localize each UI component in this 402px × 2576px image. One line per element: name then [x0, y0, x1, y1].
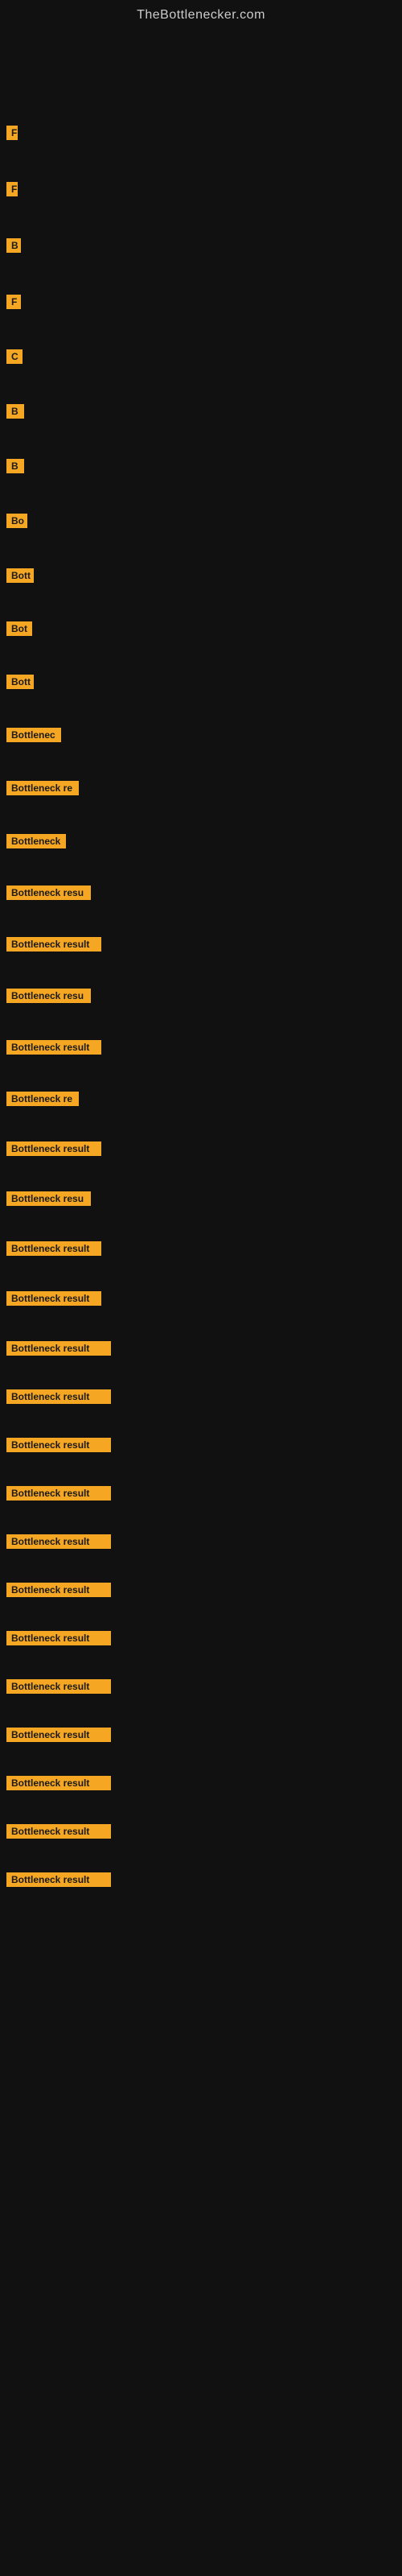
list-item: Bottleneck result [6, 1389, 402, 1404]
list-item: C [6, 349, 402, 364]
list-item: Bottleneck result [6, 1040, 402, 1055]
bottleneck-label: B [6, 404, 24, 419]
list-item: Bottleneck result [6, 1486, 402, 1501]
list-item: Bot [6, 621, 402, 636]
bottleneck-label: Bott [6, 568, 34, 583]
list-item: Bo [6, 514, 402, 528]
list-item: F [6, 182, 402, 196]
bottleneck-label: Bott [6, 675, 34, 689]
bottleneck-label: Bottleneck resu [6, 886, 91, 900]
list-item: Bottleneck result [6, 1728, 402, 1742]
bottleneck-label: Bottleneck resu [6, 1191, 91, 1206]
bottleneck-label: Bottleneck [6, 834, 66, 848]
list-item: Bottleneck result [6, 1679, 402, 1694]
bottleneck-label: Bottleneck result [6, 1141, 101, 1156]
bottleneck-label: Bottleneck result [6, 1776, 111, 1790]
list-item: Bottleneck result [6, 1583, 402, 1597]
list-item: Bottleneck result [6, 937, 402, 952]
bottleneck-label: C [6, 349, 23, 364]
bottleneck-label: Bottleneck result [6, 1486, 111, 1501]
bottleneck-label: Bottleneck result [6, 937, 101, 952]
list-item: Bottleneck result [6, 1824, 402, 1839]
bottleneck-label: F [6, 182, 18, 196]
bottleneck-label: Bo [6, 514, 27, 528]
list-item: B [6, 238, 402, 253]
bottleneck-label: Bottleneck result [6, 1438, 111, 1452]
list-item: Bott [6, 675, 402, 689]
list-item: F [6, 295, 402, 309]
bottleneck-label: Bottleneck result [6, 1728, 111, 1742]
list-item: B [6, 459, 402, 473]
bottleneck-label: Bottleneck result [6, 1040, 101, 1055]
list-item: Bottleneck result [6, 1534, 402, 1549]
list-item: Bottleneck resu [6, 886, 402, 900]
bottleneck-label: Bottleneck result [6, 1631, 111, 1645]
list-item: Bottleneck resu [6, 989, 402, 1003]
list-item: Bottleneck result [6, 1631, 402, 1645]
bottleneck-label: Bottleneck result [6, 1291, 101, 1306]
bottleneck-label: Bottleneck result [6, 1241, 101, 1256]
list-item: Bottleneck result [6, 1241, 402, 1256]
bottleneck-label: Bottleneck result [6, 1389, 111, 1404]
site-title: TheBottlenecker.com [0, 0, 402, 29]
list-item: Bottleneck result [6, 1438, 402, 1452]
bottleneck-label: Bottlenec [6, 728, 61, 742]
list-item: Bottleneck result [6, 1872, 402, 1887]
list-item: F [6, 126, 402, 140]
bottleneck-label: F [6, 295, 21, 309]
list-item: Bottleneck result [6, 1341, 402, 1356]
bottleneck-label: B [6, 238, 21, 253]
list-item: Bottleneck resu [6, 1191, 402, 1206]
list-item: Bottleneck result [6, 1776, 402, 1790]
list-item: Bottleneck re [6, 1092, 402, 1106]
bottleneck-label: Bottleneck result [6, 1583, 111, 1597]
bottleneck-label: Bottleneck result [6, 1534, 111, 1549]
bottleneck-label: F [6, 126, 18, 140]
bottleneck-label: B [6, 459, 24, 473]
list-item: Bottleneck re [6, 781, 402, 795]
list-item: Bottleneck result [6, 1141, 402, 1156]
list-item: B [6, 404, 402, 419]
bottleneck-label: Bottleneck re [6, 781, 79, 795]
list-item: Bottlenec [6, 728, 402, 742]
bottleneck-label: Bottleneck result [6, 1872, 111, 1887]
site-header: TheBottlenecker.com [0, 0, 402, 29]
list-item: Bott [6, 568, 402, 583]
bottleneck-label: Bot [6, 621, 32, 636]
list-item: Bottleneck [6, 834, 402, 848]
bottleneck-label: Bottleneck result [6, 1824, 111, 1839]
bottleneck-label: Bottleneck resu [6, 989, 91, 1003]
items-container: F F B F C B B Bo Bott Bot Bott Bottlenec Bottleneck … [0, 29, 402, 1929]
bottleneck-label: Bottleneck re [6, 1092, 79, 1106]
bottleneck-label: Bottleneck result [6, 1341, 111, 1356]
list-item: Bottleneck result [6, 1291, 402, 1306]
bottleneck-label: Bottleneck result [6, 1679, 111, 1694]
